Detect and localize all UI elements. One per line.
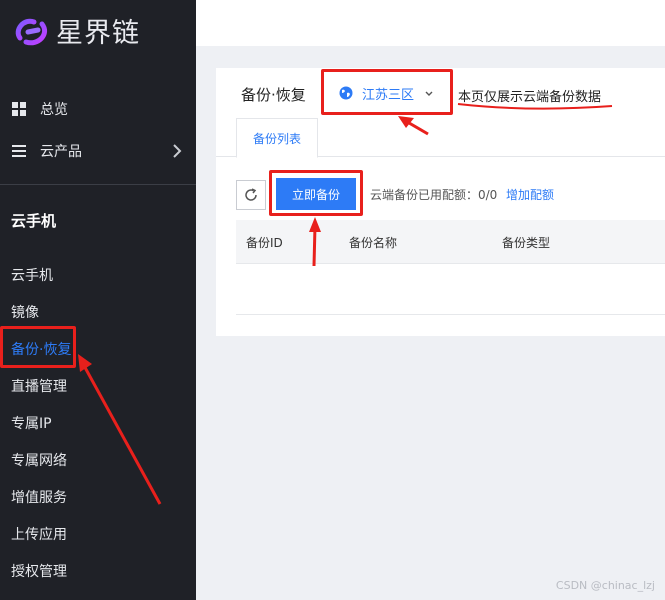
tab-backup-list[interactable]: 备份列表 <box>236 118 318 158</box>
chevron-down-icon <box>425 91 433 96</box>
column-backup-type: 备份类型 <box>502 236 551 250</box>
sidebar-nav-list: 云手机 镜像 备份·恢复 直播管理 专属IP 专属网络 增值服务 上传应用 授权… <box>0 256 196 589</box>
sidebar-item-label: 云产品 <box>40 144 82 160</box>
menu-icon <box>12 145 26 157</box>
region-selector[interactable]: 江苏三区 <box>329 76 447 110</box>
sidebar: 星界链 总览 云产品 云手机 云手机 镜像 备份·恢复 直播管理 专属IP 专属… <box>0 0 196 600</box>
sidebar-item-live[interactable]: 直播管理 <box>0 367 196 404</box>
sidebar-item-authorization[interactable]: 授权管理 <box>0 552 196 589</box>
brand-name: 星界链 <box>56 17 140 49</box>
refresh-button[interactable] <box>236 180 266 210</box>
sidebar-item-dedicated-ip[interactable]: 专属IP <box>0 404 196 441</box>
page-title: 备份·恢复 <box>241 86 306 104</box>
sidebar-divider <box>0 184 196 185</box>
chevron-right-icon <box>173 144 182 158</box>
sidebar-item-image[interactable]: 镜像 <box>0 293 196 330</box>
sidebar-top-nav: 总览 云产品 <box>0 88 196 172</box>
column-backup-id: 备份ID <box>246 236 283 250</box>
grid-icon <box>12 102 26 116</box>
sidebar-item-cloud-products[interactable]: 云产品 <box>0 130 196 172</box>
region-label: 江苏三区 <box>362 87 415 103</box>
table-bottom-border <box>236 314 665 315</box>
sidebar-item-dedicated-network[interactable]: 专属网络 <box>0 441 196 478</box>
sidebar-item-overview[interactable]: 总览 <box>0 88 196 130</box>
sidebar-item-upload-app[interactable]: 上传应用 <box>0 515 196 552</box>
column-backup-name: 备份名称 <box>349 236 398 250</box>
table-header: 备份ID 备份名称 备份类型 <box>236 220 665 264</box>
region-note: 本页仅展示云端备份数据 <box>458 90 602 105</box>
sidebar-item-backup-restore[interactable]: 备份·恢复 <box>0 330 196 367</box>
add-quota-link[interactable]: 增加配额 <box>506 186 554 203</box>
brand-logo[interactable]: 星界链 <box>12 10 140 50</box>
sidebar-item-cloud-phone[interactable]: 云手机 <box>0 256 196 293</box>
sidebar-item-value-added[interactable]: 增值服务 <box>0 478 196 515</box>
refresh-icon <box>245 188 257 201</box>
logo-icon <box>15 18 48 46</box>
watermark: CSDN @chinac_lzj <box>555 579 655 592</box>
globe-icon <box>339 86 353 100</box>
top-header-bar <box>196 0 665 46</box>
sidebar-item-label: 总览 <box>40 102 68 118</box>
quota-text: 云端备份已用配额：0/0 <box>370 188 498 202</box>
backup-now-button[interactable]: 立即备份 <box>276 178 356 210</box>
sidebar-section-title: 云手机 <box>11 212 57 230</box>
